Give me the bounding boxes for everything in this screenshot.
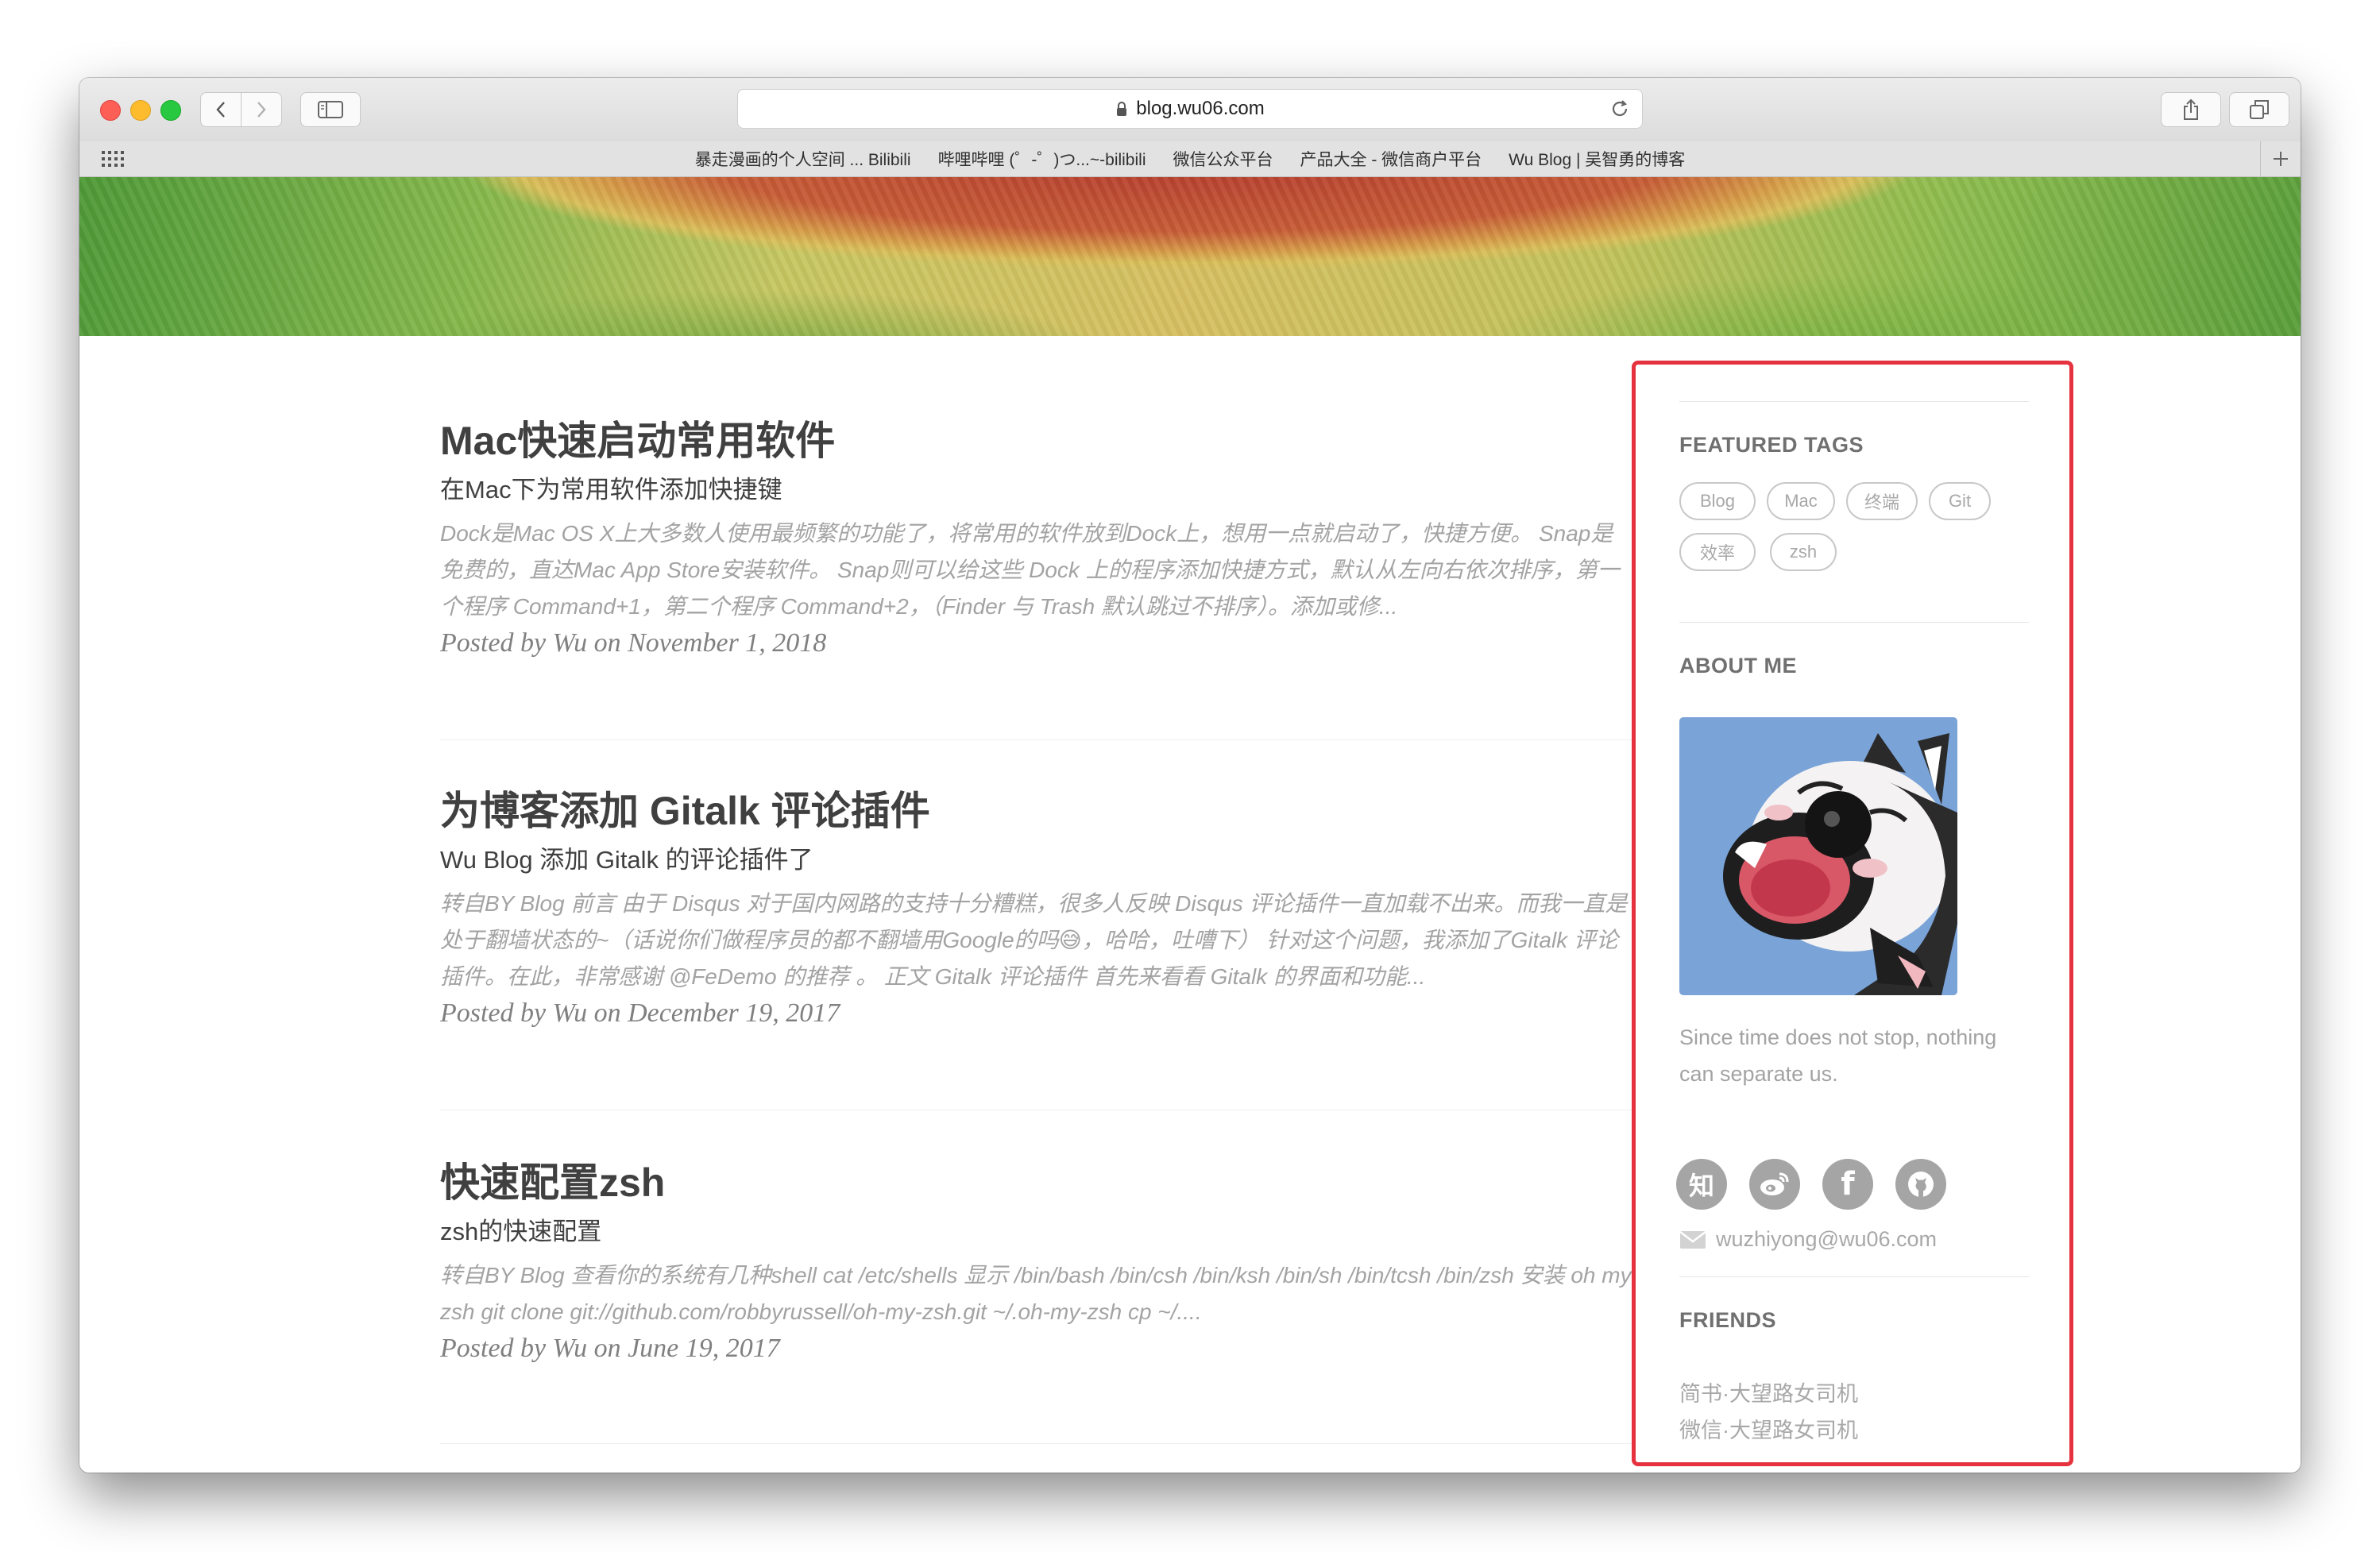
about-me-heading: ABOUT ME <box>1679 654 1797 678</box>
facebook-icon[interactable]: f <box>1822 1159 1873 1210</box>
post-title[interactable]: 为博客添加 Gitalk 评论插件 <box>440 787 1632 835</box>
post-title[interactable]: 快速配置zsh <box>440 1159 1632 1206</box>
featured-tags-heading: FEATURED TAGS <box>1679 433 1864 457</box>
email-link[interactable]: wuzhiyong@wu06.com <box>1679 1227 1937 1252</box>
maximize-window-button[interactable] <box>160 100 181 121</box>
sidebar-divider <box>1679 622 2029 623</box>
post-subtitle[interactable]: zsh的快速配置 <box>440 1216 1632 1248</box>
sidebar-toggle-button[interactable] <box>300 92 361 127</box>
back-button[interactable] <box>200 92 241 127</box>
post-preview[interactable]: 快速配置zsh zsh的快速配置 转自BY Blog 查看你的系统有几种shel… <box>440 1159 1632 1364</box>
browser-window: blog.wu06.com 暴走漫画的个人空间 ... Bilibili 哔哩哔… <box>79 78 2301 1473</box>
sidebar-divider <box>1679 401 2029 402</box>
post-subtitle[interactable]: 在Mac下为常用软件添加快捷键 <box>440 474 1632 506</box>
address-bar[interactable]: blog.wu06.com <box>737 89 1643 129</box>
bookmark-wu-blog[interactable]: Wu Blog | 吴智勇的博客 <box>1509 147 1685 171</box>
minimize-window-button[interactable] <box>130 100 151 121</box>
post-divider <box>440 1443 1632 1444</box>
mail-icon <box>1679 1230 1706 1249</box>
bookmark-wechat-mp[interactable]: 微信公众平台 <box>1173 147 1273 171</box>
weibo-icon[interactable] <box>1749 1159 1800 1210</box>
post-meta: Posted by Wu on November 1, 2018 <box>440 628 827 658</box>
tag-blog[interactable]: Blog <box>1679 482 1756 520</box>
post-excerpt: 转自BY Blog 查看你的系统有几种shell cat /etc/shells… <box>440 1263 1632 1324</box>
email-text: wuzhiyong@wu06.com <box>1716 1227 1938 1251</box>
bookmarks-bar: 暴走漫画的个人空间 ... Bilibili 哔哩哔哩 (゜-゜)つ...~-b… <box>79 141 2301 177</box>
tag-zsh[interactable]: zsh <box>1770 533 1837 571</box>
zhihu-glyph: 知 <box>1688 1172 1714 1200</box>
forward-button[interactable] <box>241 92 282 127</box>
header-banner-image <box>79 177 2301 336</box>
bookmark-bilibili[interactable]: 哔哩哔哩 (゜-゜)つ...~-bilibili <box>938 147 1146 171</box>
avatar <box>1679 717 1957 995</box>
plus-icon <box>2274 152 2288 166</box>
friends-heading: FRIENDS <box>1679 1308 1777 1332</box>
tag-terminal[interactable]: 终端 <box>1846 482 1918 520</box>
url-text: blog.wu06.com <box>1136 98 1265 119</box>
post-excerpt: Dock是Mac OS X上大多数人使用最频繁的功能了，将常用的软件放到Dock… <box>440 521 1620 619</box>
share-button[interactable] <box>2161 92 2221 127</box>
friend-link[interactable]: 简书·大望路女司机 <box>1679 1376 1858 1407</box>
post-divider <box>440 739 1632 740</box>
new-tab-button[interactable] <box>2260 141 2301 176</box>
bookmark-wechat-merchant[interactable]: 产品大全 - 微信商户平台 <box>1300 147 1482 171</box>
browser-toolbar: blog.wu06.com <box>79 78 2301 142</box>
post-meta: Posted by Wu on June 19, 2017 <box>440 1334 780 1363</box>
chevron-right-icon <box>257 102 266 118</box>
tab-overview-button[interactable] <box>2229 92 2289 127</box>
tag-git[interactable]: Git <box>1929 482 1991 520</box>
post-preview[interactable]: Mac快速启动常用软件 在Mac下为常用软件添加快捷键 Dock是Mac OS … <box>440 417 1632 658</box>
zhihu-icon[interactable]: 知 <box>1676 1159 1727 1210</box>
post-excerpt: 转自BY Blog 前言 由于 Disqus 对于国内网路的支持十分糟糕，很多人… <box>440 891 1628 989</box>
apps-grid-icon[interactable] <box>102 151 126 172</box>
reload-icon[interactable] <box>1609 98 1631 125</box>
share-icon <box>2184 98 2198 120</box>
close-window-button[interactable] <box>100 100 121 121</box>
sidebar-divider <box>1679 1276 2029 1277</box>
facebook-glyph: f <box>1841 1166 1855 1203</box>
featured-tags: Blog Mac 终端 Git 效率 zsh <box>1679 482 2029 577</box>
web-page: Mac快速启动常用软件 在Mac下为常用软件添加快捷键 Dock是Mac OS … <box>79 177 2301 1473</box>
tabs-icon <box>2250 100 2269 119</box>
about-text: Since time does not stop, nothing can se… <box>1679 1025 1997 1086</box>
post-preview[interactable]: 为博客添加 Gitalk 评论插件 Wu Blog 添加 Gitalk 的评论插… <box>440 787 1632 1029</box>
post-subtitle[interactable]: Wu Blog 添加 Gitalk 的评论插件了 <box>440 844 1632 876</box>
tag-mac[interactable]: Mac <box>1767 482 1835 520</box>
bookmark-bilibili-space[interactable]: 暴走漫画的个人空间 ... Bilibili <box>695 147 911 171</box>
github-icon[interactable] <box>1895 1159 1946 1210</box>
lock-icon <box>1115 101 1128 117</box>
friend-link[interactable]: 微信·大望路女司机 <box>1679 1413 1858 1444</box>
post-title[interactable]: Mac快速启动常用软件 <box>440 417 1632 465</box>
chevron-left-icon <box>216 102 225 118</box>
tag-efficiency[interactable]: 效率 <box>1679 533 1756 571</box>
sidebar-icon <box>318 101 343 118</box>
post-meta: Posted by Wu on December 19, 2017 <box>440 998 840 1028</box>
